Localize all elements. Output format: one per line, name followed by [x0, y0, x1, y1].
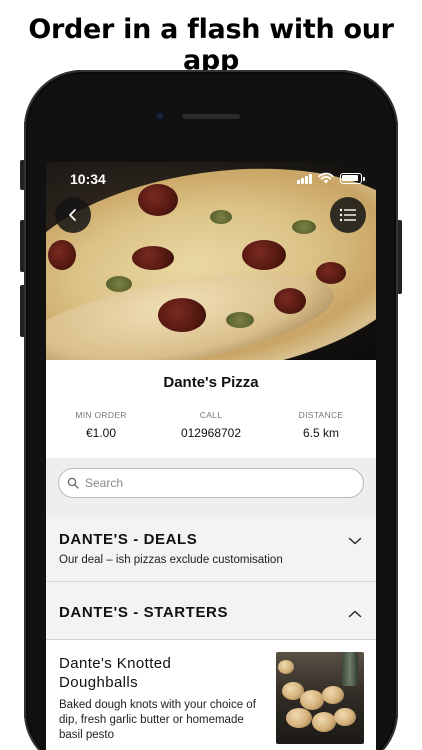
category-deals[interactable]: DANTE'S - DEALS Our deal – ish pizzas ex… — [46, 516, 376, 582]
stat-min-order: MIN ORDER €1.00 — [46, 410, 156, 440]
category-subtitle: Our deal – ish pizzas exclude customisat… — [59, 554, 283, 566]
herb-topping — [292, 220, 316, 234]
herb-topping — [226, 312, 254, 328]
search-field[interactable] — [58, 468, 364, 498]
signal-icon — [297, 173, 312, 184]
chevron-down-icon[interactable] — [348, 536, 362, 546]
list-menu-icon — [339, 208, 356, 222]
battery-icon — [340, 172, 365, 184]
app-screen: 10:34 Dante's Pizza MIN ORDER €1.00 CALL… — [46, 162, 376, 750]
herb-topping — [106, 276, 132, 292]
item-name: Dante's Knotted Doughballs — [59, 655, 172, 691]
earpiece-speaker — [182, 114, 240, 119]
search-input[interactable] — [85, 476, 345, 490]
pepperoni-slice — [316, 262, 346, 284]
category-starters[interactable]: DANTE'S - STARTERS — [46, 582, 376, 640]
doughball — [312, 712, 336, 732]
item-description: Baked dough knots with your choice of di… — [59, 699, 256, 741]
stat-call[interactable]: CALL 012968702 — [156, 410, 266, 440]
stat-value: 6.5 km — [302, 426, 339, 440]
pepperoni-slice — [138, 184, 178, 216]
chevron-up-icon[interactable] — [348, 609, 362, 619]
hero-pizza-photo: 10:34 — [46, 162, 376, 360]
doughball — [322, 686, 344, 704]
front-camera — [155, 111, 165, 121]
wifi-icon — [318, 172, 334, 184]
pepperoni-slice — [274, 288, 306, 314]
herb-topping — [210, 210, 232, 224]
promo-headline: Order in a flash with our app — [28, 14, 394, 76]
stat-label: MIN ORDER — [75, 410, 127, 420]
menu-item[interactable]: Dante's Knotted Doughballs Baked dough k… — [46, 640, 376, 750]
status-icons — [297, 172, 365, 184]
search-band — [46, 458, 376, 516]
restaurant-name: Dante's Pizza — [163, 374, 259, 391]
stat-label: DISTANCE — [298, 410, 344, 420]
pepperoni-slice — [132, 246, 174, 270]
menu-button[interactable] — [330, 197, 366, 233]
doughball — [278, 660, 294, 674]
stat-label: CALL — [199, 410, 223, 420]
category-title: DANTE'S - STARTERS — [59, 604, 229, 621]
chevron-left-icon — [69, 209, 76, 221]
pepperoni-slice — [158, 298, 206, 332]
search-icon — [67, 477, 79, 489]
restaurant-info-card: Dante's Pizza MIN ORDER €1.00 CALL 01296… — [46, 360, 376, 458]
doughball — [334, 708, 356, 726]
bottle — [342, 652, 358, 686]
doughball — [300, 690, 324, 710]
status-time: 10:34 — [70, 171, 106, 187]
stat-value: €1.00 — [85, 426, 117, 440]
doughball — [286, 708, 312, 728]
stat-distance: DISTANCE 6.5 km — [266, 410, 376, 440]
item-photo — [276, 652, 364, 744]
pepperoni-slice — [242, 240, 286, 270]
back-button[interactable] — [55, 197, 91, 233]
phone-number-link[interactable]: 012968702 — [156, 426, 266, 440]
pepperoni-slice — [48, 240, 76, 270]
category-title: DANTE'S - DEALS — [59, 531, 198, 548]
